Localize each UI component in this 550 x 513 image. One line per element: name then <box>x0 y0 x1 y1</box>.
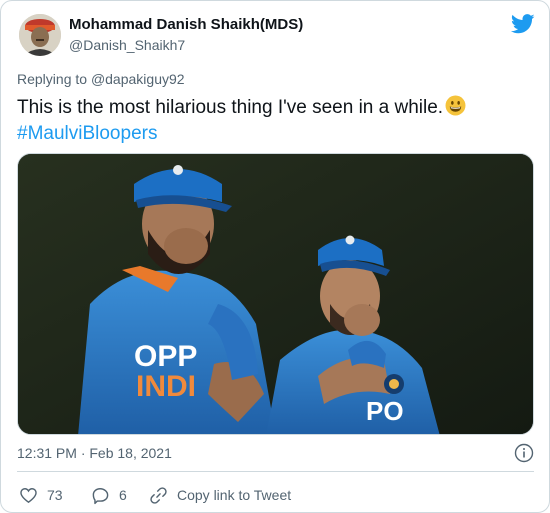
reply-button[interactable]: 6 <box>91 485 127 505</box>
reply-icon <box>92 487 109 504</box>
hashtag-link[interactable]: #MaulviBloopers <box>17 121 157 147</box>
left-jersey-country: INDI <box>136 370 196 403</box>
author-name[interactable]: Mohammad Danish Shaikh(MDS) <box>69 16 303 33</box>
left-jersey-sponsor: OPP <box>134 340 197 373</box>
tweet-card: Mohammad Danish Shaikh(MDS) @Danish_Shai… <box>0 0 550 513</box>
replying-to-mention[interactable]: @dapakiguy92 <box>91 71 185 87</box>
replying-to: Replying to @dapakiguy92 <box>17 71 185 87</box>
reply-count: 6 <box>119 487 127 503</box>
like-button[interactable]: 73 <box>19 485 63 505</box>
tweet-text-content: This is the most hilarious thing I've se… <box>17 97 444 118</box>
twitter-bird-icon[interactable] <box>511 14 535 34</box>
grinning-face-emoji <box>445 95 466 116</box>
author-handle[interactable]: @Danish_Shaikh7 <box>69 37 185 53</box>
copy-link-button[interactable]: Copy link to Tweet <box>149 485 291 505</box>
info-icon[interactable] <box>514 443 534 463</box>
right-jersey-sponsor: PO <box>366 396 404 426</box>
tweet-photo[interactable]: OPP INDI PO <box>17 153 534 435</box>
copy-link-label: Copy link to Tweet <box>177 487 292 503</box>
tweet-timestamp[interactable]: 12:31 PM · Feb 18, 2021 <box>17 445 172 461</box>
like-count: 73 <box>47 487 63 503</box>
divider <box>17 471 534 472</box>
link-icon <box>150 486 167 504</box>
replying-prefix: Replying to <box>17 71 91 87</box>
avatar[interactable] <box>19 14 61 56</box>
tweet-text: This is the most hilarious thing I've se… <box>17 95 527 121</box>
heart-icon <box>20 487 37 503</box>
